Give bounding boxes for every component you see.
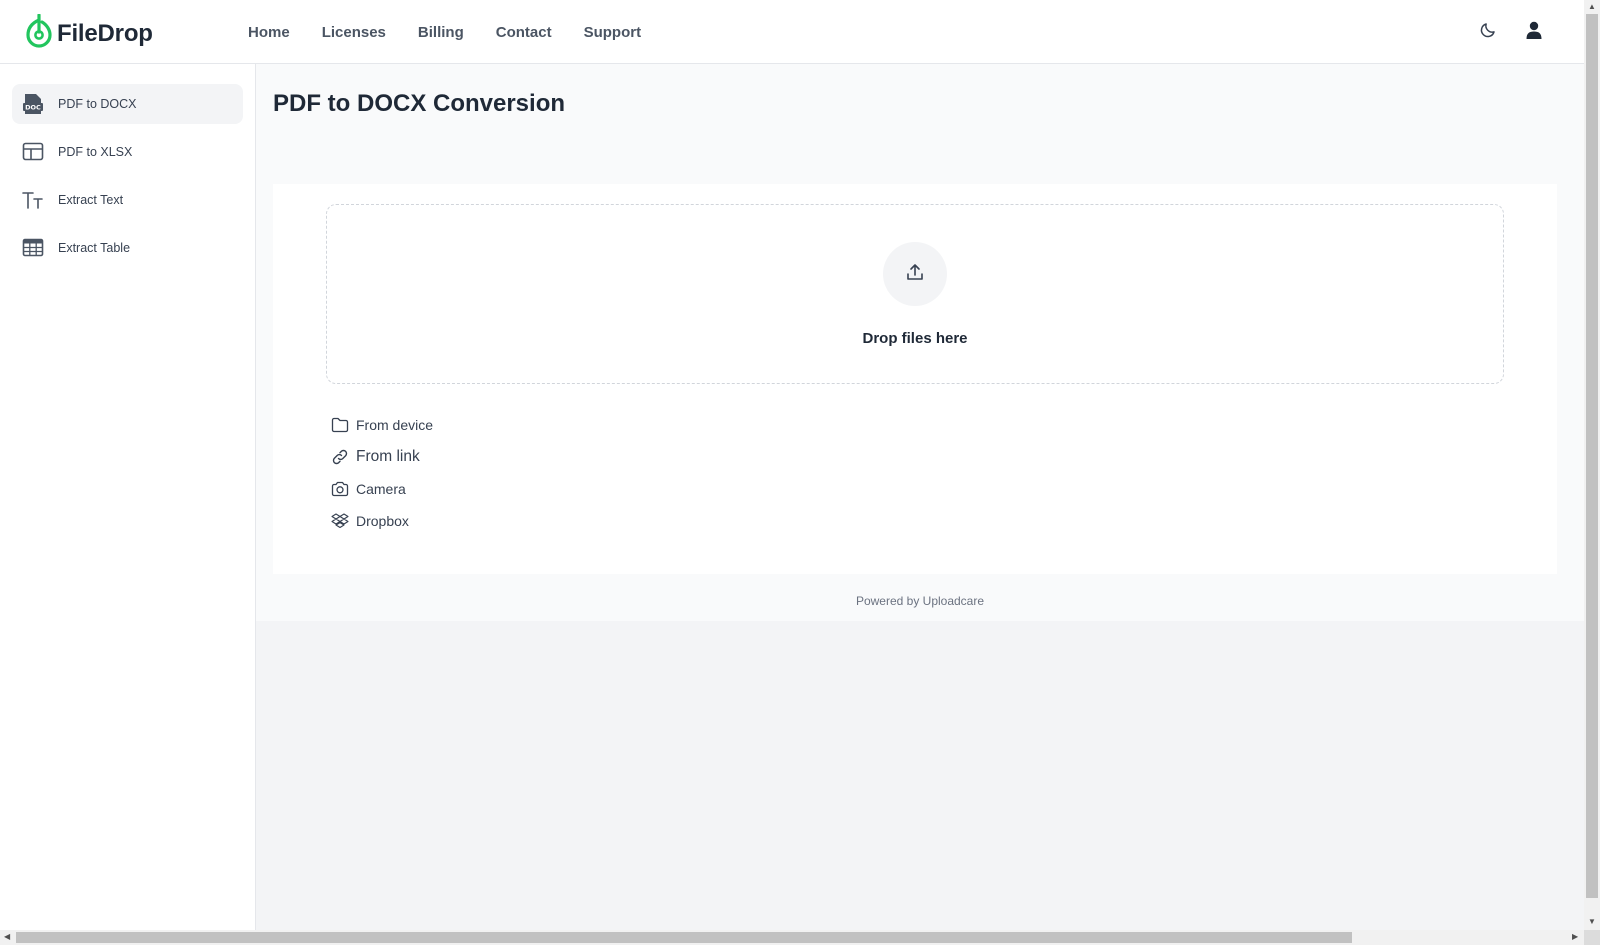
top-header: FileDrop Home Licenses Billing Contact S… bbox=[0, 0, 1584, 64]
uploader-card: Drop files here From device From link Ca… bbox=[273, 184, 1557, 574]
source-label: Camera bbox=[356, 481, 406, 497]
sidebar-item-pdf-to-docx[interactable]: DOC PDF to DOCX bbox=[12, 84, 243, 124]
horizontal-scrollbar[interactable]: ◀ ▶ bbox=[0, 930, 1584, 945]
sidebar-item-label: Extract Table bbox=[58, 241, 131, 255]
source-from-device[interactable]: From device bbox=[331, 409, 433, 441]
horizontal-scrollbar-thumb[interactable] bbox=[16, 932, 1352, 943]
nav-billing[interactable]: Billing bbox=[418, 24, 464, 41]
dropzone-text: Drop files here bbox=[862, 330, 968, 347]
scroll-up-icon[interactable]: ▲ bbox=[1588, 3, 1596, 11]
vertical-scrollbar-thumb[interactable] bbox=[1586, 14, 1598, 898]
vertical-scrollbar[interactable]: ▲ ▼ bbox=[1584, 0, 1600, 930]
source-label: From link bbox=[356, 448, 420, 465]
nav-home[interactable]: Home bbox=[248, 24, 290, 41]
scrollbar-corner bbox=[1584, 930, 1600, 945]
text-size-icon bbox=[22, 189, 44, 211]
sidebar-item-label: Extract Text bbox=[58, 193, 124, 207]
sidebar-item-extract-table[interactable]: Extract Table bbox=[12, 228, 243, 268]
scroll-down-icon[interactable]: ▼ bbox=[1588, 918, 1596, 926]
source-label: Dropbox bbox=[356, 513, 409, 529]
user-icon[interactable] bbox=[1524, 20, 1544, 40]
header-actions bbox=[1478, 20, 1544, 40]
folder-icon bbox=[331, 416, 349, 434]
dropzone[interactable]: Drop files here bbox=[326, 204, 1504, 384]
source-dropbox[interactable]: Dropbox bbox=[331, 505, 433, 537]
dropbox-icon bbox=[331, 512, 349, 530]
logo-text: FileDrop bbox=[57, 19, 153, 47]
page-title: PDF to DOCX Conversion bbox=[273, 90, 566, 117]
powered-by-text: Powered by Uploadcare bbox=[855, 594, 985, 608]
source-from-link[interactable]: From link bbox=[331, 441, 433, 473]
link-icon bbox=[331, 448, 349, 466]
doc-file-icon: DOC bbox=[22, 93, 44, 115]
sidebar-item-pdf-to-xlsx[interactable]: PDF to XLSX bbox=[12, 132, 243, 172]
upload-icon bbox=[905, 262, 925, 287]
nav-support[interactable]: Support bbox=[584, 24, 642, 41]
upload-button[interactable] bbox=[883, 242, 947, 306]
sidebar: DOC PDF to DOCX PDF to XLSX Extract Text… bbox=[0, 64, 256, 930]
main-content: PDF to DOCX Conversion Drop files here F… bbox=[256, 64, 1584, 930]
moon-icon[interactable] bbox=[1478, 20, 1498, 40]
upload-sources: From device From link Camera Dropbox bbox=[331, 409, 433, 537]
nav-licenses[interactable]: Licenses bbox=[322, 24, 386, 41]
nav-contact[interactable]: Contact bbox=[496, 24, 552, 41]
camera-icon bbox=[331, 480, 349, 498]
logo[interactable]: FileDrop bbox=[25, 13, 153, 53]
source-camera[interactable]: Camera bbox=[331, 473, 433, 505]
svg-text:DOC: DOC bbox=[25, 104, 41, 112]
scroll-left-icon[interactable]: ◀ bbox=[4, 933, 10, 941]
sidebar-item-extract-text[interactable]: Extract Text bbox=[12, 180, 243, 220]
scroll-right-icon[interactable]: ▶ bbox=[1572, 933, 1578, 941]
sidebar-item-label: PDF to XLSX bbox=[58, 145, 133, 159]
main-nav: Home Licenses Billing Contact Support bbox=[248, 0, 673, 64]
table-icon bbox=[22, 237, 44, 259]
filedrop-logo-icon bbox=[25, 13, 53, 53]
source-label: From device bbox=[356, 417, 434, 433]
sidebar-item-label: PDF to DOCX bbox=[58, 97, 137, 111]
layout-table-icon bbox=[22, 141, 44, 163]
main-panel: PDF to DOCX Conversion Drop files here F… bbox=[256, 64, 1584, 621]
